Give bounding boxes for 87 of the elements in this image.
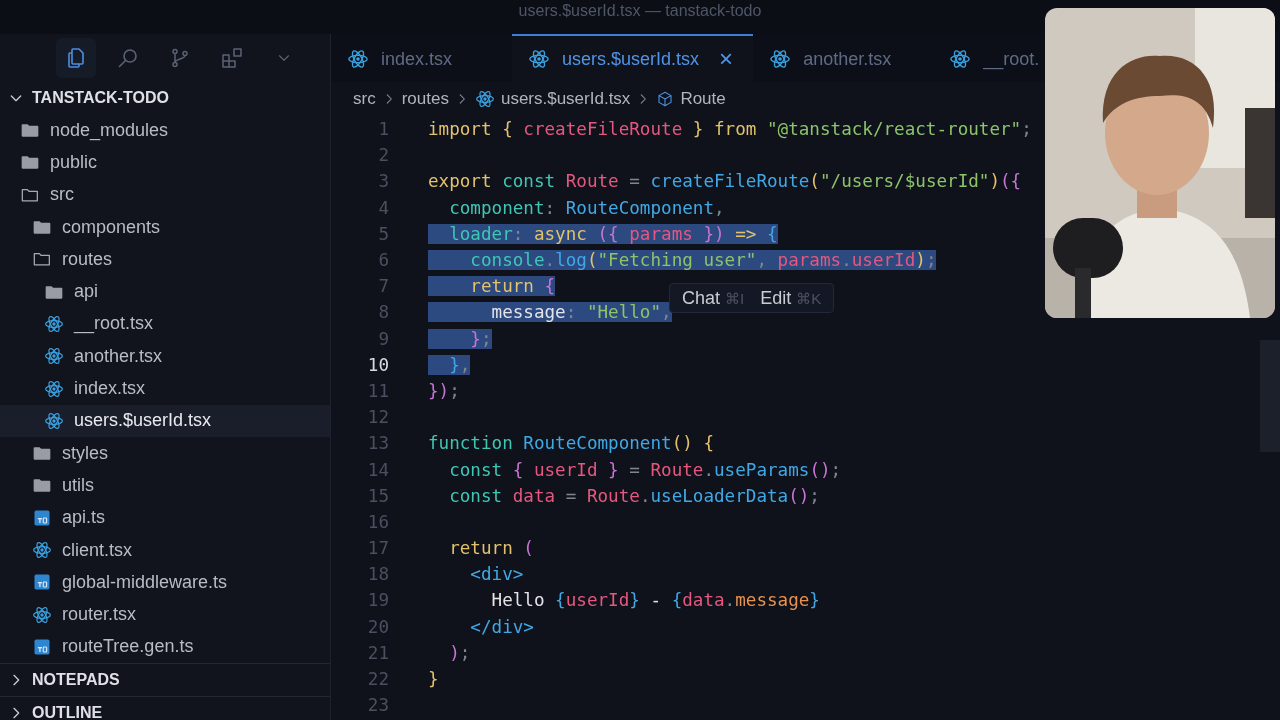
breadcrumb-item[interactable]: routes [401,89,449,109]
line-number: 23 [366,695,389,716]
search-icon [116,46,140,70]
line-number: 15 [366,485,389,506]
line-number: 6 [377,250,389,271]
atom-icon [32,604,52,625]
menu-button[interactable]: Chat ⌘I [676,287,751,309]
code-line: </div> [469,616,534,637]
file-tree-item[interactable]: styles [0,436,330,470]
section-header[interactable]: OUTLINE [0,696,330,720]
breadcrumb-item[interactable]: users.$userId.tsx [474,89,631,109]
close-button[interactable]: × [719,45,734,73]
file-tree-item[interactable]: public [0,146,330,179]
atom-icon [44,410,64,431]
grid-icon [220,46,244,70]
code-line: export const Route = createFileRoute("/users/$userId")({ [428,171,1022,192]
atom-icon [474,89,495,109]
line-number: 14 [366,459,389,480]
window-title: users.$userId.tsx — tanstack-todo [518,2,762,20]
line-number: 22 [366,669,389,690]
line-number: 13 [366,433,389,454]
line-number: 20 [366,616,389,637]
line-number: 2 [377,145,389,166]
section-header[interactable]: NOTEPADS [0,663,330,697]
file-tree-item[interactable]: __root.tsx [0,307,330,341]
code-line: } [428,669,439,690]
line-number: 12 [366,407,389,428]
line-number: 4 [377,197,389,218]
code-line: const data = Route.useLoaderData(); [448,485,820,506]
breadcrumb-item[interactable]: src [353,89,376,109]
cube-icon [656,90,675,108]
line-number: 9 [377,328,389,349]
editor-tab[interactable]: index.tsx [331,34,513,82]
editor-tab[interactable]: users.$userId.tsx × [512,34,754,82]
file-tree-item[interactable]: api [0,275,330,308]
project-title: TANSTACK-TODO [32,89,169,107]
explorer-header[interactable]: TANSTACK-TODO [0,82,330,114]
atom-icon [44,378,64,399]
atom-icon [347,48,369,70]
file-tree-item[interactable]: routes [0,243,330,276]
section-title: OUTLINE [32,704,103,720]
line-number: 7 [377,276,389,297]
code-line: <div> [469,564,524,585]
code-line: Hello {userId} - {data.message} [490,590,820,611]
line-number: 21 [366,642,389,663]
file-tree-item[interactable]: components [0,210,330,244]
file-tree-item[interactable]: client.tsx [0,533,330,567]
file-tree-item[interactable]: node_modules [0,114,330,147]
atom-icon [44,313,64,334]
line-number: 10 [366,354,389,375]
file-tree-item[interactable]: users.$userId.tsx [0,404,330,437]
code-line: component: RouteComponent, [448,197,725,218]
section-title: NOTEPADS [32,671,120,690]
line-number: 8 [377,302,389,323]
line-number: 16 [366,511,389,532]
file-tree-item[interactable]: src [0,178,330,211]
files-button[interactable] [56,38,96,78]
file-tree-item[interactable]: router.tsx [0,598,330,631]
line-number: 17 [366,538,389,559]
atom-icon [44,346,64,367]
code-line: ); [448,642,471,663]
line-number: 5 [377,223,389,244]
file-tree-item[interactable]: utils [0,469,330,502]
file-tree-item[interactable]: another.tsx [0,340,330,373]
code-line: const { userId } = Route.useParams(); [448,459,842,480]
file-tree-item[interactable]: api.ts [0,501,330,534]
line-number: 19 [366,590,389,611]
editor-tab[interactable]: another.tsx [753,34,934,82]
menu-button[interactable]: Edit ⌘K [754,287,828,309]
breadcrumb-item[interactable]: Route [656,89,726,109]
file-tree-item[interactable]: index.tsx [0,372,330,405]
line-number: 11 [366,380,389,401]
code-line: return ( [448,538,534,559]
editor-tab[interactable]: __root. [933,34,1040,82]
code-line: }); [428,380,460,401]
atom-icon [949,48,972,70]
line-number: 1 [377,119,389,140]
atom-icon [528,48,551,70]
atom-icon [769,48,792,70]
file-tree-item[interactable]: global-middleware.ts [0,566,330,599]
atom-icon [32,540,52,560]
code-line: import { createFileRoute } from "@tanstack/react-router"; [428,119,1032,140]
line-number: 3 [377,171,389,192]
file-icon [32,572,52,593]
code-line: function RouteComponent() { [428,433,714,454]
line-number: 18 [366,564,389,585]
file-tree-item[interactable]: routeTree.gen.ts [0,630,330,664]
